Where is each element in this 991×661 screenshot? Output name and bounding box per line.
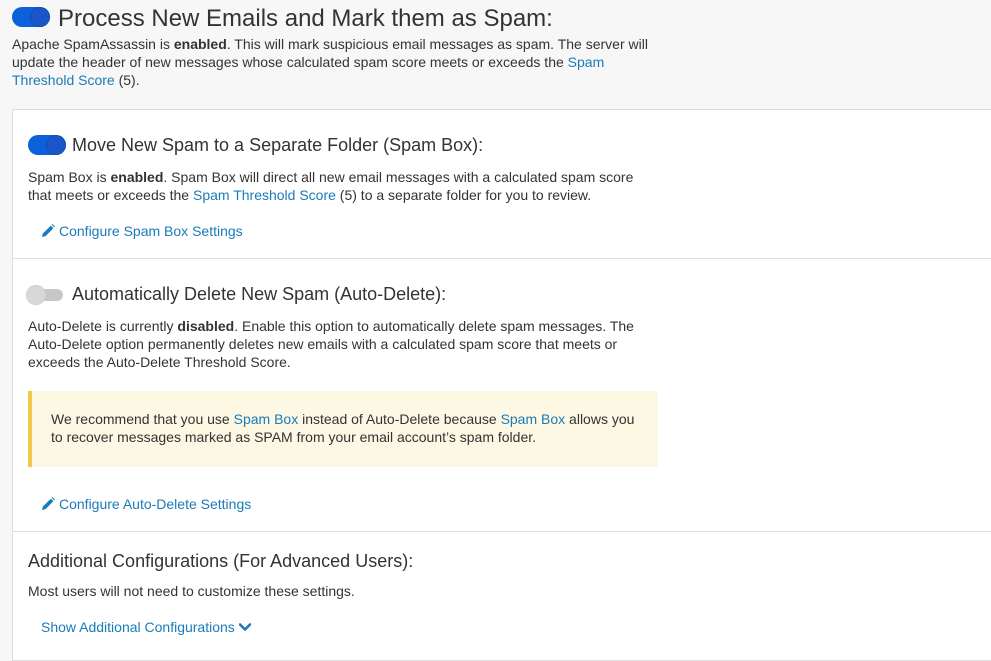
spam-box-link[interactable]: Spam Box bbox=[501, 411, 566, 427]
spam-threshold-link[interactable]: Spam Threshold Score bbox=[193, 187, 336, 203]
configure-spam-box-link[interactable]: Configure Spam Box Settings bbox=[41, 222, 243, 240]
auto-delete-toggle[interactable] bbox=[26, 285, 63, 305]
process-spam-toggle[interactable] bbox=[12, 7, 50, 27]
toggle-knob bbox=[47, 136, 65, 154]
spam-box-description: Spam Box is enabled. Spam Box will direc… bbox=[28, 169, 634, 203]
spam-box-title: Move New Spam to a Separate Folder (Spam… bbox=[72, 135, 484, 155]
page-title: Process New Emails and Mark them as Spam… bbox=[58, 5, 553, 32]
auto-delete-title: Automatically Delete New Spam (Auto-Dele… bbox=[72, 284, 447, 304]
spam-box-toggle[interactable] bbox=[28, 135, 66, 155]
toggle-knob bbox=[31, 8, 49, 26]
additional-config-title: Additional Configurations (For Advanced … bbox=[28, 551, 414, 571]
additional-config-description: Most users will not need to customize th… bbox=[28, 583, 355, 599]
pencil-icon bbox=[42, 497, 55, 510]
spam-box-link[interactable]: Spam Box bbox=[234, 411, 299, 427]
show-additional-config-link[interactable]: Show Additional Configurations bbox=[41, 618, 251, 636]
configure-auto-delete-link[interactable]: Configure Auto-Delete Settings bbox=[41, 495, 251, 513]
toggle-knob bbox=[26, 285, 46, 305]
spamassassin-description: Apache SpamAssassin is enabled. This wil… bbox=[12, 36, 648, 88]
auto-delete-description: Auto-Delete is currently disabled. Enabl… bbox=[28, 318, 634, 370]
pencil-icon bbox=[42, 224, 55, 237]
chevron-down-icon bbox=[238, 623, 251, 631]
recommendation-alert: We recommend that you use Spam Box inste… bbox=[28, 391, 658, 467]
